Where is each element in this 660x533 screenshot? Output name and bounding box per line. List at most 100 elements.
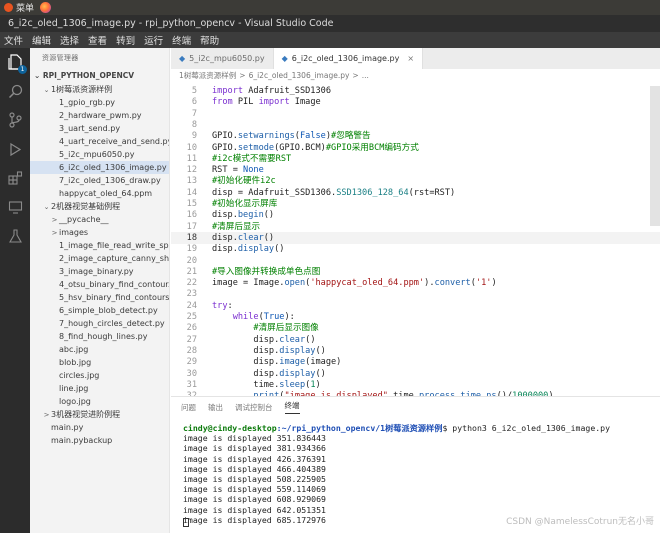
- chevron-right-icon: >: [43, 411, 50, 419]
- tree-item[interactable]: 3_uart_send.py: [30, 122, 169, 135]
- tree-item-label: 6_simple_blob_detect.py: [59, 306, 158, 315]
- menu-item[interactable]: 文件: [4, 33, 23, 47]
- menu-item[interactable]: 帮助: [200, 33, 219, 47]
- tree-item[interactable]: happycat_oled_64.ppm: [30, 187, 169, 200]
- close-icon[interactable]: ×: [407, 54, 414, 63]
- chevron-right-icon: >: [51, 229, 58, 237]
- panel-tab[interactable]: 输出: [208, 402, 223, 413]
- tree-item-label: 4_uart_receive_and_send.py: [59, 137, 169, 146]
- activity-bar: 1: [0, 48, 30, 533]
- ubuntu-logo-icon: [4, 3, 13, 12]
- tree-item[interactable]: 4_uart_receive_and_send.py: [30, 135, 169, 148]
- menu-item[interactable]: 编辑: [32, 33, 51, 47]
- panel-tabs: 问题 输出 调试控制台 终端: [171, 397, 660, 417]
- tree-item[interactable]: 7_hough_circles_detect.py: [30, 317, 169, 330]
- terminal-output-line: image is displayed 685.172976: [183, 514, 326, 525]
- tree-item[interactable]: line.jpg: [30, 382, 169, 395]
- menu-bar: 文件 编辑 选择 查看 转到 运行 终端 帮助: [0, 32, 660, 48]
- tree-item-label: logo.jpg: [59, 397, 91, 406]
- tree-item[interactable]: 7_i2c_oled_1306_draw.py: [30, 174, 169, 187]
- extensions-icon[interactable]: [6, 170, 24, 186]
- tree-item-label: 4_otsu_binary_find_contour...: [59, 280, 169, 289]
- explorer-badge: 1: [18, 65, 27, 74]
- menu-item[interactable]: 终端: [172, 33, 191, 47]
- tree-item[interactable]: main.pybackup: [30, 434, 169, 447]
- tree-item[interactable]: 1_gpio_rgb.py: [30, 96, 169, 109]
- editor-tab-label: 6_i2c_oled_1306_image.py: [291, 54, 400, 63]
- tree-item[interactable]: 3_image_binary.py: [30, 265, 169, 278]
- tree-item[interactable]: 2_hardware_pwm.py: [30, 109, 169, 122]
- chevron-down-icon: ⌄: [43, 203, 50, 211]
- tree-item-label: 5_i2c_mpu6050.py: [59, 150, 135, 159]
- breadcrumb-separator: >: [239, 71, 246, 80]
- terminal-output-line: image is displayed 426.376391: [183, 453, 326, 464]
- os-menu-label: 菜单: [16, 4, 35, 14]
- chevron-right-icon: >: [51, 216, 58, 224]
- source-control-icon[interactable]: [6, 112, 24, 128]
- tree-item[interactable]: main.py: [30, 421, 169, 434]
- tree-item[interactable]: 4_otsu_binary_find_contour...: [30, 278, 169, 291]
- tree-item[interactable]: 8_find_hough_lines.py: [30, 330, 169, 343]
- tree-item[interactable]: 6_i2c_oled_1306_image.py: [30, 161, 169, 174]
- panel-tab[interactable]: 问题: [181, 402, 196, 413]
- search-icon[interactable]: [6, 83, 24, 99]
- terminal-cursor: [183, 518, 189, 527]
- menu-item[interactable]: 转到: [116, 33, 135, 47]
- tree-item[interactable]: > images: [30, 226, 169, 239]
- window-title: 6_i2c_oled_1306_image.py - rpi_python_op…: [8, 18, 334, 29]
- code-editor[interactable]: 5 import Adafruit_SSD1306 6 from PIL import…: [171, 82, 660, 396]
- files-icon[interactable]: 1: [6, 54, 27, 74]
- breadcrumb-item[interactable]: 1树莓派资源样例: [179, 70, 236, 81]
- tree-item-label: 2_image_capture_canny_sh...: [59, 254, 169, 263]
- python-file-icon: ◆: [281, 54, 288, 63]
- menu-item[interactable]: 运行: [144, 33, 163, 47]
- remote-icon[interactable]: [6, 199, 24, 215]
- file-tree: ⌄ 1树莓派资源样例 1_gpio_rgb.py 2_hardware_pwm.py 3…: [30, 83, 169, 447]
- os-menu-button[interactable]: 菜单: [4, 1, 34, 14]
- editor-tab-label: 5_i2c_mpu6050.py: [189, 54, 265, 63]
- editor-tab[interactable]: ◆ 6_i2c_oled_1306_image.py ×: [273, 48, 424, 69]
- tree-item[interactable]: 2_image_capture_canny_sh...: [30, 252, 169, 265]
- tree-item-label: 2机器视觉基础例程: [51, 202, 121, 211]
- tree-item[interactable]: 6_simple_blob_detect.py: [30, 304, 169, 317]
- flask-icon[interactable]: [6, 228, 24, 244]
- breadcrumb-item[interactable]: 6_i2c_oled_1306_image.py: [249, 71, 350, 80]
- panel-tab[interactable]: 终端: [284, 400, 300, 414]
- editor-tab[interactable]: ◆ 5_i2c_mpu6050.py: [171, 48, 274, 69]
- tree-item[interactable]: blob.jpg: [30, 356, 169, 369]
- editor-scrollbar[interactable]: [650, 86, 660, 226]
- window-title-bar: 6_i2c_oled_1306_image.py - rpi_python_op…: [0, 15, 660, 32]
- tree-item-label: line.jpg: [59, 384, 89, 393]
- tree-item-label: main.py: [51, 423, 84, 432]
- tree-item[interactable]: ⌄ 1树莓派资源样例: [30, 83, 169, 96]
- tree-item-label: abc.jpg: [59, 345, 89, 354]
- tree-item[interactable]: >3机器视觉进阶例程: [30, 408, 169, 421]
- workspace-root[interactable]: ⌄ RPI_PYTHON_OPENCV: [30, 68, 169, 83]
- tree-item-label: __pycache__: [59, 215, 109, 224]
- tree-item-label: main.pybackup: [51, 436, 113, 445]
- terminal-output-line: image is displayed 642.051351: [183, 504, 326, 515]
- menu-item[interactable]: 查看: [88, 33, 107, 47]
- tree-item[interactable]: > __pycache__: [30, 213, 169, 226]
- tree-item[interactable]: ⌄ 2机器视觉基础例程: [30, 200, 169, 213]
- tree-item-label: 6_i2c_oled_1306_image.py: [59, 163, 167, 172]
- tree-item[interactable]: 5_i2c_mpu6050.py: [30, 148, 169, 161]
- panel-tab[interactable]: 调试控制台: [235, 402, 273, 413]
- breadcrumb-item[interactable]: ...: [362, 71, 369, 80]
- tree-item-label: 8_find_hough_lines.py: [59, 332, 148, 341]
- tree-item[interactable]: 5_hsv_binary_find_contours....: [30, 291, 169, 304]
- tree-item-label: 3机器视觉进阶例程: [51, 410, 121, 419]
- firefox-icon[interactable]: [40, 2, 52, 13]
- tree-item[interactable]: 1_image_file_read_write_spl...: [30, 239, 169, 252]
- tree-item[interactable]: circles.jpg: [30, 369, 169, 382]
- breadcrumb: 1树莓派资源样例 >6_i2c_oled_1306_image.py >...: [171, 69, 660, 82]
- menu-item[interactable]: 选择: [60, 33, 79, 47]
- tree-item[interactable]: logo.jpg: [30, 395, 169, 408]
- run-debug-icon[interactable]: [6, 141, 24, 157]
- tree-item[interactable]: abc.jpg: [30, 343, 169, 356]
- prompt-user: cindy@cindy-desktop: [183, 423, 277, 433]
- prompt-command: $ python3 6_i2c_oled_1306_image.py: [442, 423, 611, 433]
- tree-item-label: 1_image_file_read_write_spl...: [59, 241, 169, 250]
- os-top-bar: 菜单: [0, 0, 660, 15]
- tree-item-label: 5_hsv_binary_find_contours....: [59, 293, 169, 302]
